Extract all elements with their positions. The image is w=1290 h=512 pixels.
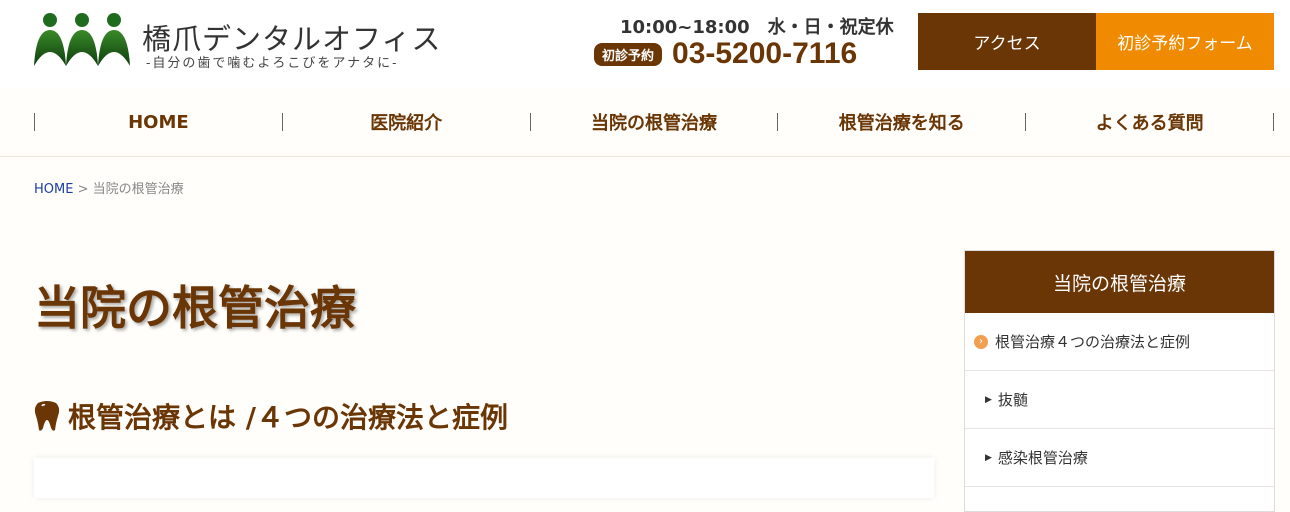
breadcrumb-home-link[interactable]: HOME [34, 182, 73, 197]
triangle-bullet-icon: ▶ [985, 394, 992, 405]
logo-mark-icon [34, 13, 130, 66]
page-title: 当院の根管治療 [34, 281, 356, 335]
access-button[interactable]: アクセス [918, 13, 1096, 70]
sidebar-item-label: 抜髄 [997, 391, 1028, 409]
first-visit-form-button[interactable]: 初診予約フォーム [1096, 13, 1274, 70]
nav-item-home[interactable]: HOME [34, 112, 282, 133]
breadcrumb: HOME > 当院の根管治療 [34, 178, 184, 197]
circle-arrow-icon: › [974, 334, 988, 349]
sidebar-title: 当院の根管治療 [965, 251, 1274, 313]
site-header: 橋爪デンタルオフィス -自分の歯で噛むよろこびをアナタに- 10:00~18:0… [0, 0, 1290, 88]
phone-number[interactable]: 03-5200-7116 [672, 37, 857, 71]
content-panel [34, 458, 934, 498]
section-heading: 根管治療とは /４つの治療法と症例 [34, 396, 508, 436]
clinic-logo[interactable]: 橋爪デンタルオフィス -自分の歯で噛むよろこびをアナタに- [34, 12, 440, 72]
sidebar-item-label: 根管治療４つの治療法と症例 [995, 333, 1191, 351]
breadcrumb-current: 当院の根管治療 [92, 182, 184, 197]
sidebar-item-infected-canal[interactable]: ▶ 感染根管治療 [965, 429, 1274, 487]
nav-item-clinic-intro[interactable]: 医院紹介 [281, 113, 530, 134]
phone-badge: 初診予約 [594, 42, 663, 66]
sidebar-item-pulpectomy[interactable]: ▶ 抜髄 [965, 371, 1274, 429]
breadcrumb-separator: > [73, 182, 93, 197]
sidebar-item-four-methods[interactable]: › 根管治療４つの治療法と症例 [965, 313, 1274, 371]
clinic-tagline: -自分の歯で噛むよろこびをアナタに- [146, 56, 399, 71]
nav-item-our-root-canal[interactable]: 当院の根管治療 [529, 113, 778, 134]
tooth-icon [34, 401, 60, 431]
global-nav: HOME 医院紹介 当院の根管治療 根管治療を知る よくある質問 [34, 98, 1274, 146]
section-heading-text: 根管治療とは /４つの治療法と症例 [68, 401, 508, 434]
sidebar-menu: 当院の根管治療 › 根管治療４つの治療法と症例 ▶ 抜髄 ▶ 感染根管治療 [964, 250, 1275, 512]
nav-item-faq[interactable]: よくある質問 [1025, 113, 1274, 134]
triangle-bullet-icon: ▶ [985, 452, 992, 463]
nav-item-about-root-canal[interactable]: 根管治療を知る [777, 113, 1025, 134]
sidebar-item-label: 感染根管治療 [997, 449, 1088, 467]
phone-contact: 初診予約 03-5200-7116 [594, 36, 857, 72]
nav-divider [0, 156, 1290, 157]
